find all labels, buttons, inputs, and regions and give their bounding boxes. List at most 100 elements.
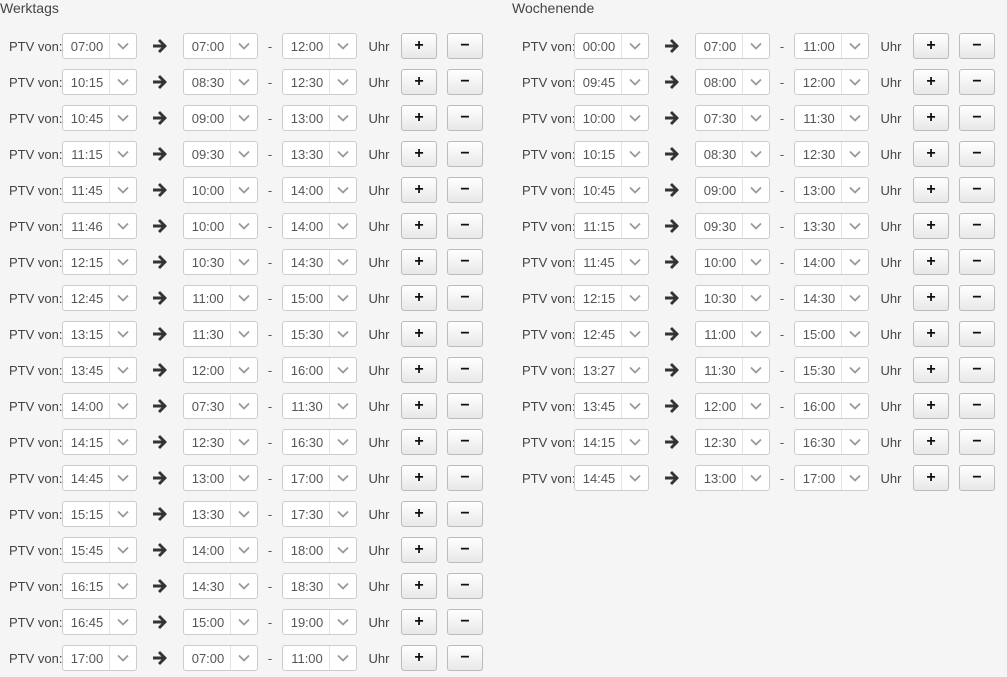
remove-row-button[interactable]: − [959, 105, 995, 131]
add-row-button[interactable]: + [913, 321, 949, 347]
ptv-end-select[interactable]: 13:00 [794, 177, 869, 203]
ptv-from-select[interactable]: 11:45 [574, 249, 649, 275]
ptv-end-select[interactable]: 15:30 [282, 321, 357, 347]
ptv-start-select[interactable]: 10:30 [695, 285, 770, 311]
remove-row-button[interactable]: − [447, 69, 483, 95]
ptv-start-select[interactable]: 07:30 [183, 393, 258, 419]
remove-row-button[interactable]: − [447, 105, 483, 131]
add-row-button[interactable]: + [913, 141, 949, 167]
ptv-from-select[interactable]: 11:45 [62, 177, 137, 203]
ptv-end-select[interactable]: 15:00 [282, 285, 357, 311]
ptv-start-select[interactable]: 07:30 [695, 105, 770, 131]
remove-row-button[interactable]: − [447, 213, 483, 239]
add-row-button[interactable]: + [401, 105, 437, 131]
ptv-from-select[interactable]: 12:45 [574, 321, 649, 347]
ptv-end-select[interactable]: 14:00 [282, 177, 357, 203]
add-row-button[interactable]: + [401, 177, 437, 203]
ptv-start-select[interactable]: 07:00 [183, 645, 258, 671]
remove-row-button[interactable]: − [447, 33, 483, 59]
ptv-end-select[interactable]: 17:30 [282, 501, 357, 527]
add-row-button[interactable]: + [913, 33, 949, 59]
ptv-from-select[interactable]: 10:15 [574, 141, 649, 167]
ptv-from-select[interactable]: 13:15 [62, 321, 137, 347]
remove-row-button[interactable]: − [447, 285, 483, 311]
ptv-from-select[interactable]: 12:15 [62, 249, 137, 275]
ptv-start-select[interactable]: 08:30 [695, 141, 770, 167]
ptv-end-select[interactable]: 18:30 [282, 573, 357, 599]
ptv-from-select[interactable]: 15:45 [62, 537, 137, 563]
ptv-from-select[interactable]: 14:00 [62, 393, 137, 419]
ptv-from-select[interactable]: 14:15 [574, 429, 649, 455]
remove-row-button[interactable]: − [447, 501, 483, 527]
ptv-from-select[interactable]: 11:46 [62, 213, 137, 239]
add-row-button[interactable]: + [401, 357, 437, 383]
add-row-button[interactable]: + [401, 69, 437, 95]
ptv-start-select[interactable]: 09:00 [695, 177, 770, 203]
remove-row-button[interactable]: − [447, 573, 483, 599]
add-row-button[interactable]: + [913, 105, 949, 131]
ptv-end-select[interactable]: 16:00 [794, 393, 869, 419]
remove-row-button[interactable]: − [959, 69, 995, 95]
remove-row-button[interactable]: − [959, 33, 995, 59]
remove-row-button[interactable]: − [447, 537, 483, 563]
ptv-start-select[interactable]: 10:00 [183, 177, 258, 203]
remove-row-button[interactable]: − [959, 357, 995, 383]
add-row-button[interactable]: + [401, 393, 437, 419]
add-row-button[interactable]: + [401, 429, 437, 455]
ptv-end-select[interactable]: 18:00 [282, 537, 357, 563]
ptv-end-select[interactable]: 17:00 [794, 465, 869, 491]
remove-row-button[interactable]: − [959, 285, 995, 311]
remove-row-button[interactable]: − [959, 177, 995, 203]
ptv-start-select[interactable]: 08:30 [183, 69, 258, 95]
ptv-end-select[interactable]: 14:30 [794, 285, 869, 311]
ptv-start-select[interactable]: 07:00 [695, 33, 770, 59]
ptv-end-select[interactable]: 16:30 [282, 429, 357, 455]
remove-row-button[interactable]: − [447, 249, 483, 275]
ptv-from-select[interactable]: 17:00 [62, 645, 137, 671]
ptv-end-select[interactable]: 14:00 [794, 249, 869, 275]
ptv-start-select[interactable]: 15:00 [183, 609, 258, 635]
ptv-from-select[interactable]: 12:15 [574, 285, 649, 311]
add-row-button[interactable]: + [913, 213, 949, 239]
ptv-start-select[interactable]: 09:30 [695, 213, 770, 239]
remove-row-button[interactable]: − [959, 429, 995, 455]
ptv-start-select[interactable]: 13:00 [695, 465, 770, 491]
ptv-start-select[interactable]: 10:00 [183, 213, 258, 239]
ptv-end-select[interactable]: 15:30 [794, 357, 869, 383]
ptv-from-select[interactable]: 11:15 [574, 213, 649, 239]
ptv-from-select[interactable]: 14:45 [62, 465, 137, 491]
ptv-from-select[interactable]: 10:45 [62, 105, 137, 131]
ptv-start-select[interactable]: 11:30 [183, 321, 258, 347]
add-row-button[interactable]: + [401, 573, 437, 599]
remove-row-button[interactable]: − [447, 357, 483, 383]
ptv-start-select[interactable]: 10:30 [183, 249, 258, 275]
add-row-button[interactable]: + [913, 285, 949, 311]
ptv-end-select[interactable]: 11:00 [282, 645, 357, 671]
ptv-from-select[interactable]: 15:15 [62, 501, 137, 527]
ptv-end-select[interactable]: 11:00 [794, 33, 869, 59]
ptv-start-select[interactable]: 09:30 [183, 141, 258, 167]
ptv-start-select[interactable]: 10:00 [695, 249, 770, 275]
ptv-start-select[interactable]: 07:00 [183, 33, 258, 59]
remove-row-button[interactable]: − [447, 141, 483, 167]
add-row-button[interactable]: + [401, 321, 437, 347]
add-row-button[interactable]: + [401, 645, 437, 671]
add-row-button[interactable]: + [913, 357, 949, 383]
ptv-from-select[interactable]: 14:45 [574, 465, 649, 491]
add-row-button[interactable]: + [401, 465, 437, 491]
ptv-start-select[interactable]: 12:00 [695, 393, 770, 419]
add-row-button[interactable]: + [401, 537, 437, 563]
ptv-end-select[interactable]: 16:00 [282, 357, 357, 383]
ptv-from-select[interactable]: 10:45 [574, 177, 649, 203]
remove-row-button[interactable]: − [447, 393, 483, 419]
ptv-from-select[interactable]: 10:15 [62, 69, 137, 95]
ptv-from-select[interactable]: 09:45 [574, 69, 649, 95]
ptv-end-select[interactable]: 12:00 [794, 69, 869, 95]
remove-row-button[interactable]: − [447, 177, 483, 203]
add-row-button[interactable]: + [913, 393, 949, 419]
ptv-start-select[interactable]: 12:00 [183, 357, 258, 383]
remove-row-button[interactable]: − [447, 321, 483, 347]
add-row-button[interactable]: + [913, 249, 949, 275]
ptv-end-select[interactable]: 16:30 [794, 429, 869, 455]
remove-row-button[interactable]: − [959, 213, 995, 239]
